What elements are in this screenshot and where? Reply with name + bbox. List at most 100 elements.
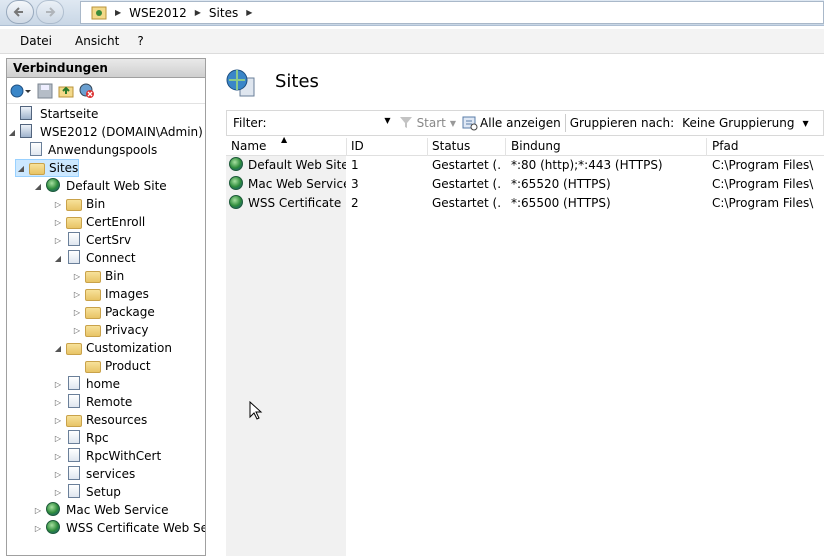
expand-icon[interactable]: ▷ (72, 326, 82, 335)
table-row[interactable]: Mac Web Service 3 Gestartet (... *:65520 (H… (226, 175, 824, 194)
tree-item[interactable]: ◢ WSE2012 (DOMAIN\Admin) (7, 123, 203, 141)
expand-icon[interactable]: ▷ (53, 236, 63, 245)
cell-path: C:\Program Files\ (712, 177, 814, 191)
expand-icon[interactable]: ▷ (72, 308, 82, 317)
expand-icon[interactable]: ▷ (72, 290, 82, 299)
tree-item[interactable]: ▷ Resources (53, 411, 147, 429)
application-icon (66, 376, 82, 392)
tree-item[interactable]: ▷ services (53, 465, 135, 483)
expand-icon[interactable]: ▷ (33, 524, 43, 533)
cell-name: Mac Web Service (248, 177, 346, 191)
collapse-icon[interactable]: ◢ (16, 164, 26, 173)
sites-folder-icon (29, 160, 45, 176)
column-header-id[interactable]: ID (351, 139, 364, 153)
tree-item[interactable]: Startseite (7, 105, 98, 123)
tree-item[interactable]: ◢ Sites (15, 159, 80, 177)
column-header-status[interactable]: Status (432, 139, 470, 153)
forward-arrow-icon (46, 7, 56, 17)
forward-button[interactable] (36, 0, 64, 24)
start-dropdown-icon[interactable]: ▼ (450, 119, 456, 128)
back-button[interactable] (6, 0, 34, 24)
column-header-name[interactable]: Name (231, 139, 266, 153)
filter-dropdown-icon[interactable]: ▼ (384, 116, 390, 125)
column-header-path[interactable]: Pfad (712, 139, 738, 153)
tree-item[interactable]: ▷ home (53, 375, 120, 393)
tree-item[interactable]: ▷ Rpc (53, 429, 109, 447)
column-divider[interactable] (427, 138, 428, 156)
menu-help[interactable]: ? (128, 34, 152, 48)
start-button[interactable]: Start (417, 116, 446, 130)
collapse-icon[interactable]: ◢ (33, 182, 43, 191)
table-row[interactable]: Default Web Site 1 Gestartet (... *:80 (htt… (226, 156, 824, 175)
breadcrumb-sites[interactable]: Sites (209, 6, 238, 20)
tree-item-label: Package (105, 305, 155, 319)
tree-item[interactable]: ▷ WSS Certificate Web Servi (33, 519, 205, 537)
cell-path: C:\Program Files\ (712, 158, 814, 172)
tree-item[interactable]: ▷ CertEnroll (53, 213, 145, 231)
filter-label: Filter: (233, 116, 267, 130)
tree-item[interactable]: ▷ Images (72, 285, 149, 303)
group-by-value: Keine Gruppierung (682, 116, 795, 130)
tree-item[interactable]: ◢ Connect (53, 249, 136, 267)
expand-icon[interactable]: ▷ (53, 416, 63, 425)
expand-icon[interactable]: ▷ (53, 434, 63, 443)
column-header-binding[interactable]: Bindung (511, 139, 561, 153)
show-all-icon (462, 115, 478, 131)
menu-ansicht[interactable]: Ansicht (61, 34, 128, 48)
application-icon (66, 466, 82, 482)
column-divider[interactable] (706, 138, 707, 156)
sites-grid-header: Name ▲ ID Status Bindung Pfad (226, 135, 824, 156)
group-by-dropdown-icon[interactable]: ▼ (803, 119, 809, 128)
folder-icon (66, 214, 82, 230)
cell-path: C:\Program Files\ (712, 196, 814, 210)
expand-icon[interactable]: ▷ (33, 506, 43, 515)
tree-item[interactable]: ▷ RpcWithCert (53, 447, 161, 465)
expand-icon[interactable]: ▷ (53, 380, 63, 389)
address-bar[interactable]: ▶ WSE2012 ▶ Sites ▶ (80, 1, 824, 24)
tree-item[interactable]: ▷ Package (72, 303, 155, 321)
expand-icon[interactable]: ▷ (53, 470, 63, 479)
folder-icon (66, 196, 82, 212)
tree-item[interactable]: ◢ Customization (53, 339, 172, 357)
collapse-icon[interactable]: ◢ (53, 344, 63, 353)
expand-icon[interactable]: ▷ (53, 488, 63, 497)
tree-item[interactable]: ▷ Privacy (72, 321, 148, 339)
table-row[interactable]: WSS Certificate ... 2 Gestartet (... *:6550… (226, 194, 824, 213)
tree-item-label: Sites (49, 161, 79, 175)
folder-icon (85, 286, 101, 302)
column-divider[interactable] (346, 138, 347, 156)
tree-item-label: services (86, 467, 136, 481)
column-divider[interactable] (505, 138, 506, 156)
save-icon[interactable] (37, 83, 53, 99)
collapse-icon[interactable]: ◢ (7, 128, 17, 137)
menu-datei[interactable]: Datei (0, 34, 61, 48)
group-by-label: Gruppieren nach: (569, 116, 675, 130)
collapse-icon[interactable]: ◢ (53, 254, 63, 263)
expand-icon[interactable]: ▷ (53, 398, 63, 407)
show-all-button[interactable]: Alle anzeigen (480, 116, 561, 130)
tree-item[interactable]: Product (72, 357, 151, 375)
filter-input[interactable]: ▼ (271, 113, 393, 133)
disconnect-icon[interactable] (79, 83, 95, 99)
tree-item[interactable]: ▷ Mac Web Service (33, 501, 168, 519)
group-by-select[interactable]: Keine Gruppierung ▼ (682, 116, 809, 130)
up-folder-icon[interactable] (58, 83, 74, 99)
expand-icon[interactable]: ▷ (53, 200, 63, 209)
tree-item-label: Startseite (40, 107, 99, 121)
tree-item[interactable]: Anwendungspools (15, 141, 157, 159)
globe-icon (229, 195, 243, 209)
expand-icon[interactable]: ▷ (53, 452, 63, 461)
breadcrumb-server[interactable]: WSE2012 (129, 6, 187, 20)
breadcrumb-separator-icon: ▶ (246, 8, 253, 17)
tree-item[interactable]: ◢ Default Web Site (33, 177, 167, 195)
expand-icon[interactable]: ▷ (72, 272, 82, 281)
connect-icon[interactable] (10, 83, 31, 99)
tree-item[interactable]: ▷ Bin (53, 195, 105, 213)
tree-item-label: Connect (86, 251, 136, 265)
tree-item[interactable]: ▷ CertSrv (53, 231, 131, 249)
tree-item[interactable]: ▷ Setup (53, 483, 121, 501)
expand-icon[interactable]: ▷ (53, 218, 63, 227)
application-icon (66, 484, 82, 500)
tree-item[interactable]: ▷ Remote (53, 393, 132, 411)
tree-item[interactable]: ▷ Bin (72, 267, 124, 285)
